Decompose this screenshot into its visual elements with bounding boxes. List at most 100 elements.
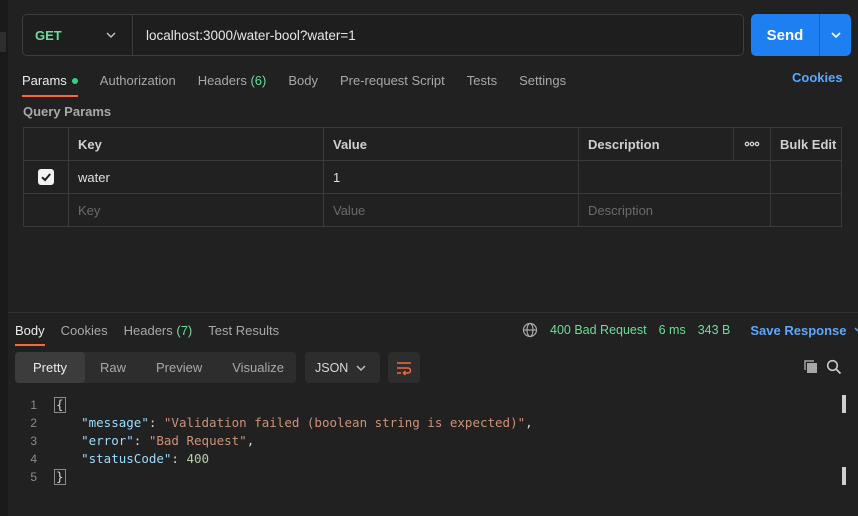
headers-count: (6) [250, 73, 267, 88]
param-row-filler [771, 161, 841, 193]
tab-label: Settings [519, 73, 567, 88]
view-preview[interactable]: Preview [141, 352, 217, 383]
response-time[interactable]: 6 ms [659, 323, 686, 337]
new-description-input[interactable]: Description [579, 194, 771, 226]
table-row: water 1 [24, 161, 841, 194]
globe-icon[interactable] [522, 322, 538, 338]
more-horizontal-icon [744, 141, 760, 147]
response-tab-headers[interactable]: Headers (7) [124, 320, 193, 342]
method-label: GET [35, 27, 62, 43]
format-label: JSON [315, 360, 349, 375]
response-status-bar: 400 Bad Request 6 ms 343 B Save Response [522, 320, 858, 340]
tab-headers[interactable]: Headers (6) [198, 68, 267, 94]
response-tab-cookies[interactable]: Cookies [61, 320, 108, 342]
json-comma: , [246, 433, 255, 448]
tab-label: Headers [123, 323, 173, 338]
chevron-down-icon [356, 364, 366, 371]
response-body-code[interactable]: 1{ 2 "message": "Validation failed (bool… [15, 396, 835, 486]
open-brace: { [54, 397, 66, 413]
response-tab-test-results[interactable]: Test Results [208, 320, 279, 342]
param-description-cell[interactable] [579, 161, 771, 193]
method-select[interactable]: GET [23, 15, 133, 55]
cookies-link[interactable]: Cookies [792, 70, 843, 85]
query-params-table: Key Value Description Bulk Edit water 1 … [23, 127, 842, 227]
tab-label: Headers [197, 73, 247, 88]
code-line: 1{ [15, 396, 835, 414]
code-line: 2 "message": "Validation failed (boolean… [15, 414, 835, 432]
line-number: 4 [30, 452, 37, 466]
left-edge-notch [0, 32, 6, 52]
response-tabs: Body Cookies Headers (7) Test Results [15, 318, 295, 346]
header-description: Description [579, 128, 734, 160]
tab-settings[interactable]: Settings [519, 68, 566, 94]
tab-pre-request-script[interactable]: Pre-request Script [340, 68, 445, 94]
params-active-dot [71, 77, 78, 84]
query-params-title: Query Params [23, 104, 112, 119]
header-checkbox-cell [24, 128, 69, 160]
line-number: 2 [30, 416, 37, 430]
view-visualize[interactable]: Visualize [217, 352, 299, 383]
json-string: "Validation failed (boolean string is ex… [163, 415, 526, 430]
new-value-input[interactable]: Value [324, 194, 579, 226]
format-select[interactable]: JSON [305, 352, 380, 383]
wrap-lines-button[interactable] [388, 352, 420, 383]
tab-label: Body [288, 73, 318, 88]
json-key: "message" [81, 415, 149, 430]
tab-label: Authorization [99, 73, 176, 88]
url-input[interactable] [133, 27, 743, 43]
table-row-empty: Key Value Description [24, 194, 841, 226]
response-size[interactable]: 343 B [698, 323, 731, 337]
json-number: 400 [186, 451, 210, 466]
tab-label: Params [22, 73, 67, 88]
more-options-button[interactable] [734, 128, 771, 160]
empty-row-filler [771, 194, 841, 226]
line-number: 1 [30, 398, 37, 412]
code-line: 4 "statusCode": 400 [15, 450, 835, 468]
save-response-button[interactable]: Save Response [750, 323, 858, 338]
tab-label: Tests [466, 73, 498, 88]
scrollbar-marker-bottom[interactable] [842, 467, 846, 485]
json-key: "error" [81, 433, 134, 448]
chevron-down-icon [854, 327, 858, 332]
header-key: Key [69, 128, 324, 160]
json-comma: , [525, 415, 533, 430]
url-bar: GET [22, 14, 744, 56]
view-mode-switch: Pretty Raw Preview Visualize [15, 352, 296, 383]
send-options-button[interactable] [819, 14, 851, 56]
checkmark-icon [41, 173, 51, 182]
status-code[interactable]: 400 Bad Request [550, 323, 647, 337]
search-icon[interactable] [826, 359, 842, 375]
left-edge [0, 0, 8, 516]
wrap-lines-icon [397, 361, 412, 376]
chevron-down-icon [830, 32, 841, 39]
empty-checkbox-cell [24, 194, 69, 226]
code-line: 5} [15, 468, 835, 486]
line-number: 3 [30, 434, 37, 448]
param-checkbox-cell [24, 161, 69, 193]
chevron-down-icon [106, 32, 116, 39]
response-headers-count: (7) [176, 323, 193, 338]
table-header-row: Key Value Description Bulk Edit [24, 128, 841, 161]
scrollbar-marker-top[interactable] [842, 395, 846, 413]
close-brace: } [54, 469, 66, 485]
code-line: 3 "error": "Bad Request", [15, 432, 835, 450]
bulk-edit-button[interactable]: Bulk Edit [771, 128, 841, 160]
new-key-input[interactable]: Key [69, 194, 324, 226]
copy-icon[interactable] [803, 359, 819, 375]
send-button-group: Send [751, 14, 851, 56]
send-button[interactable]: Send [751, 14, 819, 56]
param-key-cell[interactable]: water [69, 161, 324, 193]
tab-body[interactable]: Body [288, 68, 318, 94]
view-pretty[interactable]: Pretty [15, 352, 85, 383]
param-checkbox[interactable] [38, 169, 54, 185]
json-key: "statusCode" [81, 451, 172, 466]
tab-authorization[interactable]: Authorization [100, 68, 176, 94]
header-value: Value [324, 128, 579, 160]
pane-divider[interactable] [8, 312, 858, 313]
view-raw[interactable]: Raw [85, 352, 141, 383]
response-tab-body[interactable]: Body [15, 320, 45, 346]
tab-tests[interactable]: Tests [467, 68, 497, 94]
tab-params[interactable]: Params [22, 68, 78, 97]
param-value-cell[interactable]: 1 [324, 161, 579, 193]
save-response-label: Save Response [750, 322, 847, 338]
